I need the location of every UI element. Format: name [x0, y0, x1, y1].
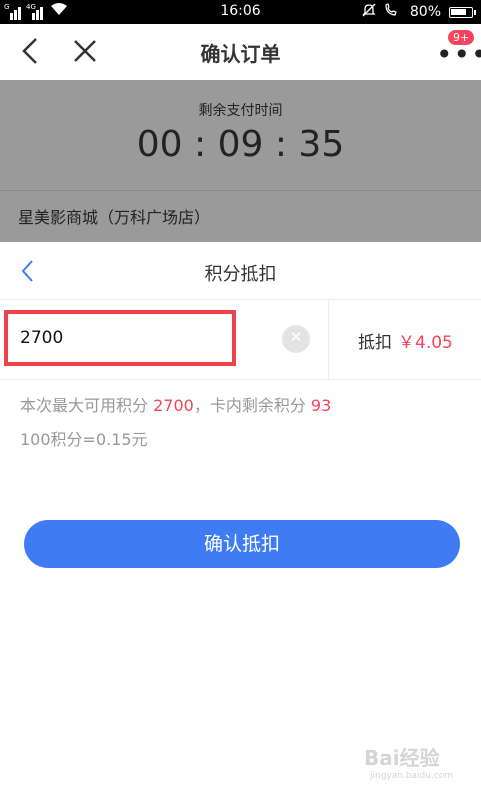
order-summary-backdrop[interactable]: 剩余支付时间 00 : 09 : 35 星美影商城（万科广场店）	[0, 80, 481, 242]
sheet-title: 积分抵扣	[204, 264, 277, 285]
navigation-bar: 确认订单 ••• 9+	[0, 24, 481, 80]
notification-badge: 9+	[448, 30, 475, 45]
watermark-sub: jingyan.baidu.com	[370, 771, 454, 781]
payment-timer: 00 : 09 : 35	[136, 124, 345, 165]
page-title: 确认订单	[200, 42, 281, 66]
battery-icon	[449, 6, 476, 18]
remaining-points: 93	[310, 396, 332, 415]
deduction-display: 抵扣 ￥4.05	[358, 328, 453, 353]
points-info-prefix: 本次最大可用积分	[20, 396, 154, 415]
clear-icon: ✕	[289, 328, 303, 346]
clear-input-button[interactable]: ✕	[282, 325, 310, 353]
confirm-deduction-button[interactable]: 确认抵扣	[24, 520, 460, 568]
watermark: Bai经验 jingyan.baidu.com	[364, 742, 453, 781]
cinema-name: 星美影商城（万科广场店）	[18, 208, 211, 227]
battery-percent: 80%	[409, 4, 441, 20]
points-info: 本次最大可用积分 2700，卡内剩余积分 93	[20, 392, 331, 416]
mute-icon	[362, 3, 376, 21]
deduct-label: 抵扣	[358, 333, 392, 353]
points-deduction-sheet: 积分抵扣 2700 ✕ 抵扣 ￥4.05 本次最大可用积分 2700，卡内剩余积分…	[0, 242, 481, 798]
hd-call-icon	[384, 3, 402, 21]
points-input-value: 2700	[20, 328, 64, 348]
points-input[interactable]: 2700	[4, 310, 236, 366]
points-info-middle: ，卡内剩余积分	[193, 396, 311, 415]
watermark-text: Bai经验	[364, 746, 440, 770]
divider	[0, 190, 481, 191]
deduct-amount: ￥4.05	[398, 333, 453, 353]
divider	[328, 300, 329, 380]
points-input-row: 2700 ✕ 抵扣 ￥4.05	[0, 300, 481, 380]
exchange-rate: 100积分=0.15元	[20, 430, 148, 449]
more-icon: •••	[436, 38, 481, 71]
status-bar: G 4G 16:06 80%	[0, 0, 481, 24]
sheet-header: 积分抵扣	[0, 242, 481, 300]
more-button[interactable]: ••• 9+	[430, 30, 481, 69]
max-points: 2700	[153, 396, 194, 415]
payment-timer-label: 剩余支付时间	[198, 103, 283, 119]
